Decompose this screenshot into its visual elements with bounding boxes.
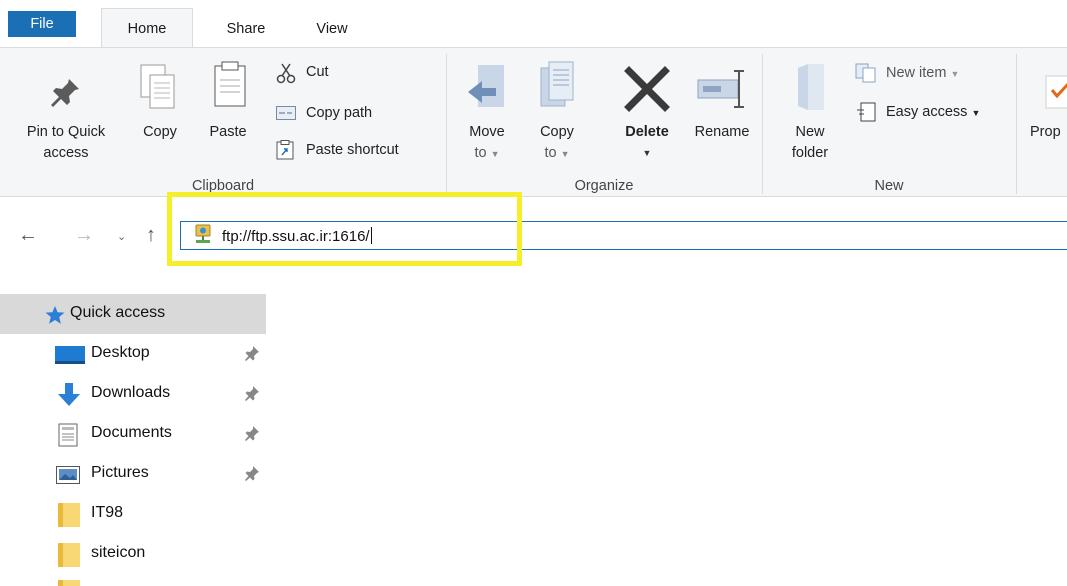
pictures-icon [56, 466, 80, 484]
ribbon-home: Pin to Quick access Copy Paste Cut Copy … [0, 47, 1067, 197]
copy-path-button[interactable]: Copy path [272, 102, 432, 126]
properties-button[interactable]: Prop [1024, 48, 1067, 173]
pin-label-line1: Pin to Quick [26, 124, 106, 140]
easy-access-label-text: Easy access [886, 104, 968, 120]
move-to-button[interactable]: Move to ▼ [456, 48, 518, 173]
nav-item-siteicon[interactable]: siteicon [0, 534, 268, 574]
dropdown-arrow-icon: ▼ [490, 149, 500, 159]
navigation-pane: Quick access Desktop Downloads Documents [0, 290, 268, 586]
nav-label: Downloads [91, 384, 171, 401]
tab-share[interactable]: Share [210, 10, 282, 48]
desktop-icon [55, 346, 85, 364]
document-icon [58, 423, 78, 447]
copy-path-label: Copy path [306, 105, 373, 121]
highlight-box [167, 192, 522, 266]
scissors-icon [276, 63, 296, 84]
copy-to-label-text: to [544, 145, 557, 161]
move-to-label-line2: to ▼ [456, 143, 518, 164]
nav-item-downloads[interactable]: Downloads [0, 374, 268, 414]
paste-shortcut-icon [276, 140, 294, 160]
folder-icon [58, 580, 80, 586]
rename-button[interactable]: Rename [684, 48, 760, 173]
paste-label: Paste [209, 124, 247, 140]
paste-shortcut-label: Paste shortcut [306, 142, 399, 158]
tab-view[interactable]: View [296, 10, 368, 48]
star-icon [45, 306, 65, 324]
nav-item-it98[interactable]: IT98 [0, 494, 268, 534]
rename-icon [697, 70, 744, 108]
easy-access-label: Easy access ▼ [886, 102, 980, 123]
pin-icon [245, 466, 259, 481]
delete-button[interactable]: Delete ▼ [610, 48, 684, 173]
new-item-label-text: New item [886, 65, 947, 81]
nav-label: siteicon [91, 544, 146, 561]
copy-path-icon [276, 106, 296, 120]
new-folder-icon [798, 64, 824, 110]
recent-locations-chevron-icon[interactable]: ⌄ [117, 227, 126, 247]
dropdown-arrow-icon: ▼ [560, 149, 570, 159]
pin-icon [245, 346, 259, 361]
move-to-icon [468, 65, 504, 107]
dropdown-arrow-icon: ▼ [642, 148, 652, 158]
pin-to-quick-access-button[interactable]: Pin to Quick access [0, 48, 132, 173]
rename-label: Rename [694, 124, 750, 140]
new-folder-label-line2: folder [791, 145, 829, 161]
nav-label: Pictures [91, 464, 149, 481]
paste-clipboard-icon [214, 61, 246, 107]
forward-arrow-icon[interactable]: → [74, 225, 94, 245]
move-to-label-text: to [474, 145, 487, 161]
folder-icon [58, 543, 80, 567]
ribbon-separator [446, 54, 447, 194]
back-arrow-icon[interactable]: ← [18, 225, 38, 245]
copy-to-label-line1: Copy [540, 124, 574, 140]
new-folder-button[interactable]: New folder [772, 48, 848, 173]
copy-to-button[interactable]: Copy to ▼ [526, 48, 588, 173]
pin-icon [245, 426, 259, 441]
nav-label: IT98 [91, 504, 124, 521]
paste-button[interactable]: Paste [196, 48, 260, 173]
cut-label: Cut [306, 64, 329, 80]
nav-item-pictures[interactable]: Pictures [0, 454, 268, 494]
folder-icon [58, 503, 80, 527]
copy-to-icon [540, 61, 574, 107]
pin-label-line2: access [43, 145, 89, 161]
delete-label: Delete [625, 124, 669, 140]
copy-label: Copy [143, 124, 177, 140]
nav-item-quick-access[interactable]: Quick access [0, 294, 266, 334]
new-item-icon [855, 63, 876, 83]
paste-shortcut-button[interactable]: Paste shortcut [272, 138, 442, 162]
dropdown-arrow-icon: ▼ [971, 108, 981, 118]
nav-item-documents[interactable]: Documents [0, 414, 268, 454]
properties-icon [1045, 75, 1067, 109]
tab-file[interactable]: File [8, 11, 76, 37]
nav-item-desktop[interactable]: Desktop [0, 334, 268, 374]
nav-label: Desktop [91, 344, 150, 361]
copy-icon [140, 64, 175, 109]
ribbon-separator [1016, 54, 1017, 194]
download-arrow-icon [58, 383, 80, 406]
new-item-label: New item ▼ [886, 63, 959, 84]
nav-label: Quick access [70, 304, 166, 321]
tab-home[interactable]: Home [101, 8, 193, 48]
move-to-label-line1: Move [469, 124, 505, 140]
cut-button[interactable]: Cut [272, 62, 432, 86]
pin-icon [245, 386, 259, 401]
easy-access-button[interactable]: Easy access ▼ [852, 100, 1012, 124]
group-caption-new: New [874, 178, 904, 194]
ribbon-tab-bar: File Home Share View [0, 0, 1067, 48]
new-folder-label-line1: New [795, 124, 825, 140]
dropdown-arrow-icon: ▼ [950, 69, 960, 79]
nav-label: Documents [91, 424, 172, 441]
copy-button[interactable]: Copy [132, 48, 188, 173]
pin-icon [51, 77, 79, 107]
properties-label: Prop [1030, 124, 1061, 140]
new-item-button[interactable]: New item ▼ [852, 62, 1012, 86]
easy-access-icon [857, 102, 876, 122]
ribbon-separator [762, 54, 763, 194]
delete-x-icon [624, 66, 670, 112]
up-arrow-icon[interactable]: ↑ [146, 225, 156, 245]
copy-to-label-line2: to ▼ [526, 143, 588, 164]
